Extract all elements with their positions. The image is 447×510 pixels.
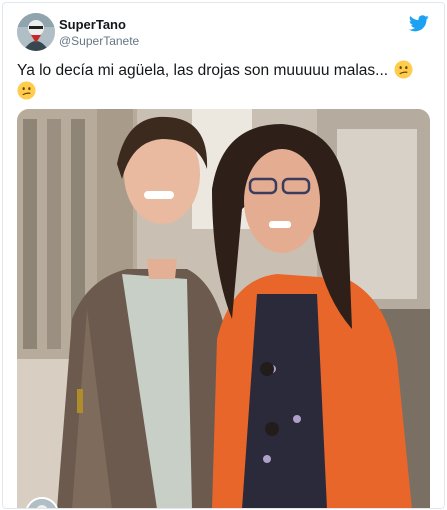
tweet-text-block: Ya lo decía mi agüela, las drojas son mu… [17,60,431,102]
twitter-bird-icon[interactable] [408,15,429,32]
author-avatar[interactable] [17,13,55,51]
tweet-text: Ya lo decía mi agüela, las drojas son mu… [17,62,389,79]
tweet-card: SuperTano @SuperTanete Ya lo decía mi ag… [2,2,445,509]
author-display-name[interactable]: SuperTano [59,17,139,33]
tweet-photo[interactable] [17,109,430,508]
confused-face-icon [394,60,413,79]
author-names: SuperTano @SuperTanete [59,17,139,49]
author-handle[interactable]: @SuperTanete [59,33,139,49]
confused-face-icon [17,81,36,100]
tweet-header: SuperTano @SuperTanete [17,13,429,57]
